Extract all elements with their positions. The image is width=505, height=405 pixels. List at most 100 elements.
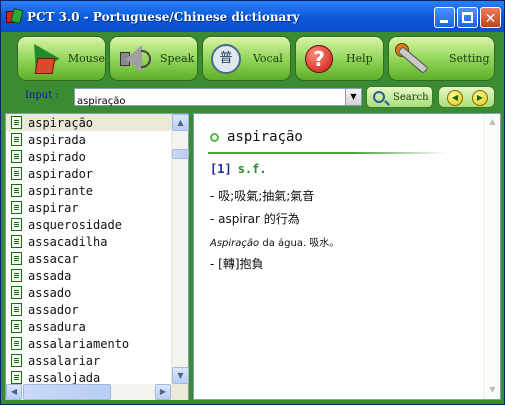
- document-icon: [11, 320, 22, 333]
- document-icon: [11, 354, 22, 367]
- scroll-up-button[interactable]: ▲: [172, 114, 189, 131]
- list-item[interactable]: assalojada: [6, 369, 171, 384]
- window-title: PCT 3.0 - Portuguese/Chinese dictionary: [27, 9, 300, 24]
- list-item[interactable]: aspirador: [6, 165, 171, 182]
- setting-button[interactable]: Setting: [388, 36, 495, 81]
- hscroll-thumb[interactable]: [23, 384, 111, 400]
- input-row: Input : ▼ Search ◀ ▶: [1, 85, 504, 110]
- chevron-up-icon: ▲: [489, 117, 496, 126]
- list-item[interactable]: assacar: [6, 250, 171, 267]
- list-item-label: assadura: [28, 319, 86, 334]
- word-list-vscrollbar[interactable]: ▲ ▼: [171, 114, 189, 384]
- document-icon: [11, 337, 22, 350]
- speak-button[interactable]: Speak: [109, 36, 198, 81]
- list-item-label: assacadilha: [28, 234, 108, 249]
- help-button-label: Help: [346, 52, 373, 65]
- list-item[interactable]: assacadilha: [6, 233, 171, 250]
- list-item-label: aspirante: [28, 183, 94, 198]
- scroll-down-button[interactable]: ▼: [172, 367, 189, 384]
- list-item-label: assador: [28, 302, 79, 317]
- sense-number: [1]: [210, 162, 232, 176]
- mouse-button[interactable]: Mouse: [17, 36, 106, 81]
- vocal-icon: 普: [207, 40, 245, 78]
- document-icon: [11, 184, 22, 197]
- definition-vscrollbar[interactable]: ▲ ▼: [483, 114, 500, 399]
- arrow-right-icon: ▶: [476, 93, 484, 102]
- definition-line: - 吸;吸氣;抽氣;氣音: [210, 189, 315, 203]
- vocal-button-label: Vocal: [253, 52, 283, 65]
- back-button[interactable]: ◀: [447, 90, 463, 106]
- help-icon: ?: [300, 40, 338, 78]
- close-button[interactable]: ✕: [480, 7, 501, 28]
- list-item-label: aspirada: [28, 132, 86, 147]
- vocal-button[interactable]: 普 Vocal: [202, 36, 291, 81]
- document-icon: [11, 167, 22, 180]
- minimize-icon: [440, 20, 448, 23]
- definition-content: aspiração [1] s.f. - 吸;吸氣;抽氣;氣音 - aspirar…: [194, 114, 483, 399]
- list-item-label: assalojada: [28, 370, 101, 385]
- document-icon: [11, 252, 22, 265]
- title-bar[interactable]: PCT 3.0 - Portuguese/Chinese dictionary …: [1, 1, 504, 32]
- document-icon: [11, 286, 22, 299]
- search-input[interactable]: [75, 93, 343, 110]
- search-button-label: Search: [393, 91, 429, 103]
- arrow-left-icon: ◀: [451, 93, 459, 102]
- word-list-pane: aspiração aspirada aspirado aspirador as…: [5, 113, 189, 400]
- part-of-speech: s.f.: [237, 162, 267, 176]
- list-item-label: asquerosidade: [28, 217, 122, 232]
- document-icon: [11, 269, 22, 282]
- mouse-button-label: Mouse: [67, 52, 105, 65]
- list-item[interactable]: assado: [6, 284, 171, 301]
- list-item[interactable]: aspirada: [6, 131, 171, 148]
- list-item-label: aspirado: [28, 149, 86, 164]
- scroll-right-button[interactable]: ▶: [155, 384, 171, 400]
- definition-pane: aspiração [1] s.f. - 吸;吸氣;抽氣;氣音 - aspirar…: [193, 113, 501, 400]
- app-books-icon: [6, 7, 24, 25]
- document-icon: [11, 218, 22, 231]
- magnifier-icon: [373, 91, 385, 103]
- mouse-cursor-icon: [22, 36, 60, 78]
- list-item[interactable]: assada: [6, 267, 171, 284]
- input-combobox[interactable]: ▼: [74, 88, 362, 110]
- input-label: Input :: [25, 90, 59, 101]
- scroll-thumb[interactable]: [172, 149, 189, 159]
- help-icon-glyph: ?: [305, 44, 333, 73]
- headword: aspiração: [227, 129, 303, 145]
- headword-row: aspiração: [210, 129, 303, 145]
- list-item[interactable]: assadura: [6, 318, 171, 335]
- list-item[interactable]: assador: [6, 301, 171, 318]
- document-icon: [11, 133, 22, 146]
- maximize-icon: [462, 12, 473, 23]
- word-list-hscrollbar[interactable]: ◀ ▶: [6, 384, 171, 400]
- list-item-label: aspirador: [28, 166, 94, 181]
- list-item[interactable]: assalariamento: [6, 335, 171, 352]
- list-item[interactable]: assalariar: [6, 352, 171, 369]
- definition-line: - [轉]抱負: [210, 257, 264, 271]
- scroll-left-button[interactable]: ◀: [6, 384, 22, 400]
- forward-button[interactable]: ▶: [472, 90, 488, 106]
- search-button[interactable]: Search: [366, 86, 433, 108]
- close-icon: ✕: [484, 11, 497, 27]
- maximize-button[interactable]: [457, 7, 478, 28]
- list-item-label: assalariamento: [28, 336, 130, 351]
- sense-header: [1] s.f.: [210, 162, 267, 176]
- speaker-icon: [114, 40, 152, 78]
- document-icon: [11, 201, 22, 214]
- list-item[interactable]: asquerosidade: [6, 216, 171, 233]
- list-item[interactable]: aspiração: [6, 114, 171, 131]
- scrollbar-corner: [171, 384, 188, 400]
- chevron-down-icon: ▼: [489, 385, 496, 394]
- chevron-left-icon: ◀: [10, 387, 18, 396]
- list-item[interactable]: aspirado: [6, 148, 171, 165]
- list-item-label: aspirar: [28, 200, 79, 215]
- list-item[interactable]: aspirante: [6, 182, 171, 199]
- example-line: Aspiração da água. 吸水。: [210, 234, 339, 249]
- dropdown-button[interactable]: ▼: [345, 89, 361, 105]
- help-button[interactable]: ? Help: [295, 36, 384, 81]
- word-list[interactable]: aspiração aspirada aspirado aspirador as…: [6, 114, 171, 384]
- list-item[interactable]: aspirar: [6, 199, 171, 216]
- minimize-button[interactable]: [434, 7, 455, 28]
- headword-divider: [208, 152, 448, 154]
- list-item-label: assalariar: [28, 353, 101, 368]
- document-icon: [11, 371, 22, 384]
